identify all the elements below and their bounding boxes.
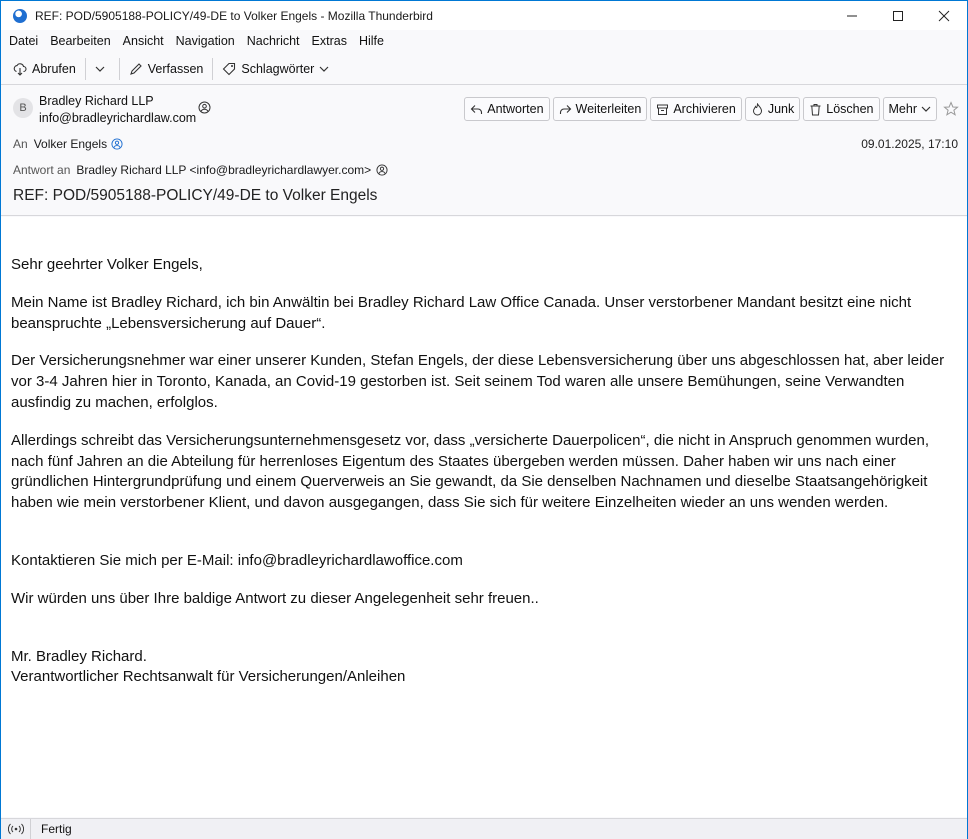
body-paragraph-1: Mein Name ist Bradley Richard, ich bin A…: [11, 293, 912, 332]
compose-label: Verfassen: [147, 61, 204, 76]
message-body: Sehr geehrter Volker Engels, Mein Name i…: [1, 217, 967, 817]
contact-line: Kontaktieren Sie mich per E-Mail: info@b…: [11, 551, 463, 569]
avatar: B: [13, 98, 33, 118]
reply-to-row: Antwort an Bradley Richard LLP <info@bra…: [13, 163, 388, 177]
to-label: An: [13, 137, 28, 151]
title-bar: REF: POD/5905188-POLICY/49-DE to Volker …: [1, 1, 967, 30]
archive-label: Archivieren: [673, 102, 736, 116]
maximize-icon: [893, 10, 903, 21]
address-book-icon[interactable]: [198, 101, 211, 114]
body-paragraph-3: Allerdings schreibt das Versicherungsunt…: [11, 431, 929, 512]
menu-bar: Datei Bearbeiten Ansicht Navigation Nach…: [1, 30, 967, 52]
archive-icon: [657, 104, 669, 115]
archive-button[interactable]: Archivieren: [650, 97, 742, 121]
window-title: REF: POD/5905188-POLICY/49-DE to Volker …: [35, 8, 433, 23]
reply-icon: [470, 104, 483, 114]
more-button[interactable]: Mehr: [882, 97, 937, 121]
window-controls: [829, 1, 967, 30]
forward-button[interactable]: Weiterleiten: [552, 97, 648, 121]
broadcast-icon: [7, 823, 24, 835]
main-toolbar: Abrufen Verfassen Schlagwörter: [1, 53, 967, 85]
more-label: Mehr: [888, 102, 917, 116]
junk-button[interactable]: Junk: [744, 97, 801, 121]
sender-email[interactable]: info@bradleyrichardlaw.com: [39, 111, 196, 125]
tags-label: Schlagwörter: [241, 61, 315, 76]
body-paragraph-2: Der Versicherungsnehmer war einer unsere…: [11, 352, 945, 411]
connection-status[interactable]: [1, 818, 31, 839]
junk-label: Junk: [767, 102, 795, 116]
delete-button[interactable]: Löschen: [803, 97, 880, 121]
delete-label: Löschen: [826, 102, 874, 116]
minimize-button[interactable]: [829, 1, 875, 30]
recipient-row: An Volker Engels: [13, 137, 123, 151]
signature-name: Mr. Bradley Richard.: [11, 647, 147, 665]
close-button[interactable]: [921, 1, 967, 30]
contact-icon[interactable]: [111, 138, 123, 150]
close-icon: [938, 10, 950, 21]
chevron-down-icon: [319, 66, 329, 72]
recipient-name[interactable]: Volker Engels: [34, 137, 107, 151]
forward-label: Weiterleiten: [575, 102, 642, 116]
menu-bearbeiten[interactable]: Bearbeiten: [42, 34, 114, 48]
reply-to-label: Antwort an: [13, 163, 71, 177]
chevron-down-icon: [95, 66, 105, 72]
menu-nachricht[interactable]: Nachricht: [239, 34, 304, 48]
toolbar-separator: [118, 57, 120, 80]
thunderbird-app-icon: [13, 8, 27, 23]
pencil-icon: [129, 62, 142, 75]
status-bar: Fertig: [1, 818, 967, 839]
thunderbird-window: REF: POD/5905188-POLICY/49-DE to Volker …: [0, 0, 968, 839]
status-text: Fertig: [41, 822, 72, 836]
star-icon[interactable]: [943, 101, 959, 117]
forward-icon: [559, 104, 571, 114]
chevron-down-icon: [921, 106, 931, 112]
menu-datei[interactable]: Datei: [1, 34, 42, 48]
tag-icon: [223, 62, 236, 75]
message-header: B Bradley Richard LLP info@bradleyrichar…: [1, 86, 967, 216]
address-book-icon[interactable]: [376, 164, 388, 176]
signature-title: Verantwortlicher Rechtsanwalt für Versic…: [11, 668, 406, 686]
message-actions: Antworten Weiterleiten Archivieren Junk …: [461, 97, 959, 121]
flame-icon: [752, 102, 762, 115]
menu-ansicht[interactable]: Ansicht: [115, 34, 168, 48]
maximize-button[interactable]: [875, 1, 921, 30]
greeting: Sehr geehrter Volker Engels,: [11, 256, 203, 273]
closing-line: Wir würden uns über Ihre baldige Antwort…: [11, 589, 539, 607]
compose-button[interactable]: Verfassen: [123, 57, 210, 81]
reply-to-address[interactable]: Bradley Richard LLP <info@bradleyrichard…: [76, 163, 371, 177]
toolbar-separator: [212, 57, 214, 80]
menu-navigation[interactable]: Navigation: [168, 34, 239, 48]
trash-icon: [810, 103, 821, 115]
reply-button[interactable]: Antworten: [464, 97, 550, 121]
cloud-download-icon: [13, 62, 27, 76]
minimize-icon: [847, 15, 857, 16]
get-mail-button[interactable]: Abrufen: [7, 57, 82, 81]
menu-hilfe[interactable]: Hilfe: [351, 34, 388, 48]
message-subject: REF: POD/5905188-POLICY/49-DE to Volker …: [13, 187, 378, 204]
toolbar-separator: [84, 57, 86, 80]
tags-button[interactable]: Schlagwörter: [216, 57, 335, 81]
get-mail-dropdown[interactable]: [89, 57, 116, 81]
get-mail-label: Abrufen: [32, 61, 76, 76]
message-date: 09.01.2025, 17:10: [861, 137, 958, 151]
sender-name[interactable]: Bradley Richard LLP: [39, 94, 154, 108]
menu-extras[interactable]: Extras: [304, 34, 351, 48]
reply-label: Antworten: [487, 102, 544, 116]
